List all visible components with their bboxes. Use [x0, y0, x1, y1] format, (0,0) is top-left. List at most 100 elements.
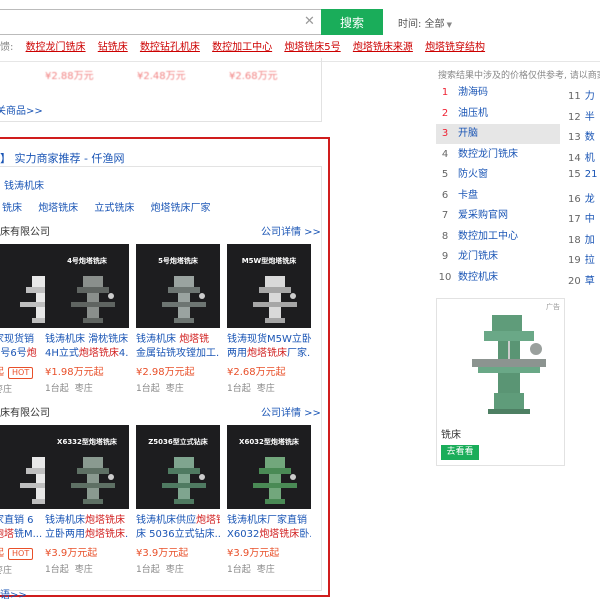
- search-input[interactable]: [0, 9, 322, 35]
- ranking-item[interactable]: 5 防火窗: [436, 165, 560, 185]
- ranking-item[interactable]: 19 拉: [568, 251, 595, 266]
- ranking-item[interactable]: 13 数: [568, 128, 595, 143]
- product-name-text: 钱涛现货M5W立卧: [227, 334, 311, 345]
- rank-number: 1: [441, 87, 449, 98]
- category-link[interactable]: 炮塔铣床厂家: [151, 203, 211, 214]
- feedback-term[interactable]: 数控加工中心: [212, 42, 272, 53]
- product-image[interactable]: Z5036型立式钻床: [136, 425, 220, 509]
- product-price-value: ¥1.98万元起: [45, 367, 104, 378]
- product-name[interactable]: 钱涛现货M5W立卧两用炮塔铣床厂家...: [227, 333, 311, 361]
- rank-label: 半: [584, 111, 595, 123]
- product-name[interactable]: 钱涛机床供应炮塔铣床 5036立式钻床...: [136, 514, 220, 542]
- product-name[interactable]: 钱涛机床厂家直销 X6032炮塔铣床卧...: [227, 514, 311, 542]
- company-detail-link[interactable]: 公司详情 >>: [261, 223, 321, 238]
- category-link[interactable]: 立式铣床: [94, 203, 134, 214]
- category-main-link[interactable]: 钱涛机床: [4, 177, 44, 192]
- rank-label: 数控加工中心: [458, 230, 518, 242]
- search-button[interactable]: 搜索: [321, 9, 383, 35]
- product-location: 枣庄: [0, 566, 13, 576]
- ranking-item[interactable]: 3 开脑: [436, 124, 560, 144]
- product-name-text: 床 5036立式钻床...: [136, 529, 220, 540]
- product-image[interactable]: 5号炮塔铣床: [136, 244, 220, 328]
- feedback-term[interactable]: 炮塔铣床5号: [284, 42, 340, 53]
- product-name-text: X6032: [227, 529, 260, 540]
- ranking-item[interactable]: 20 草: [568, 272, 595, 287]
- more-products-link[interactable]: 关商品>>: [0, 102, 43, 117]
- product-meta: 1台起 枣庄: [136, 562, 220, 575]
- merchant-section-title[interactable]: 】 实力商家推荐 - 仟渔网: [0, 150, 124, 166]
- rank-number: 20: [568, 275, 581, 287]
- feedback-term[interactable]: 炮塔铣穿结构: [425, 42, 485, 53]
- company-detail-link[interactable]: 公司详情 >>: [261, 404, 321, 419]
- ranking-item[interactable]: 11 力: [568, 87, 595, 102]
- milling-machine-icon: [253, 276, 297, 323]
- view-ad-button[interactable]: 去看看: [441, 445, 479, 460]
- ranking-item[interactable]: 10 数控机床: [436, 268, 560, 288]
- title-bracket: 】: [0, 152, 11, 165]
- product-name-text: 4...: [118, 348, 129, 359]
- feedback-term[interactable]: 钻铣床: [98, 42, 128, 53]
- product-card[interactable]: X6332型炮塔铣床钱涛机床炮塔铣床立卧两用炮塔铣床... ¥3.9万元起 1台起枣…: [45, 425, 129, 575]
- ranking-item[interactable]: 1 渤海码: [436, 83, 560, 103]
- feedback-term[interactable]: 炮塔铣床来源: [353, 42, 413, 53]
- product-name-text: 5号6号: [0, 348, 27, 359]
- product-image[interactable]: 4号炮塔铣床: [45, 244, 129, 328]
- product-card[interactable]: 4号炮塔铣床钱涛机床 滑枕铣床 4H立式炮塔铣床4... ¥1.98万元起 1台起枣庄: [45, 244, 129, 394]
- product-name-text: 铣M...: [14, 529, 43, 540]
- ranking-item[interactable]: 17 中: [568, 210, 595, 225]
- product-name-highlight: 炮塔: [0, 529, 14, 540]
- milling-machine-icon: [71, 276, 115, 323]
- product-card[interactable]: M5W型炮塔铣床钱涛现货M5W立卧两用炮塔铣床厂家...¥2.68万元起1台起枣…: [227, 244, 311, 394]
- product-card[interactable]: 5号炮塔铣床 钱涛机床 炮塔铣 金属钻铣攻镗加工... ¥2.98万元起 1台起 枣庄: [136, 244, 220, 394]
- product-image[interactable]: M5W型炮塔铣床: [227, 244, 311, 328]
- product-image[interactable]: X6332型炮塔铣床: [45, 425, 129, 509]
- product-image[interactable]: X6032型炮塔铣床: [227, 425, 311, 509]
- ranking-item[interactable]: 18 加: [568, 231, 595, 246]
- ranking-item[interactable]: 16 龙: [568, 190, 595, 205]
- rank-label: 21: [584, 169, 598, 180]
- feedback-term[interactable]: 数控龙门铣床: [26, 42, 86, 53]
- more-products-link[interactable]: 语>>: [0, 586, 27, 600]
- price-disclaimer: 搜索结果中涉及的价格仅供参考, 请以商家官: [438, 71, 600, 81]
- product-name-highlight: 炮塔铣: [179, 334, 210, 345]
- feedback-term[interactable]: 数控钻孔机床: [140, 42, 200, 53]
- product-meta: 1台起 枣庄: [45, 562, 129, 575]
- rank-label: 数: [584, 132, 595, 143]
- ranking-item[interactable]: 12 半: [568, 108, 595, 123]
- ranking-item[interactable]: 15 21: [568, 169, 597, 180]
- ranking-item[interactable]: 4 数控龙门铣床: [436, 145, 560, 165]
- product-name[interactable]: 钱涛机床炮塔铣床立卧两用炮塔铣床...: [45, 514, 129, 542]
- close-icon[interactable]: ✕: [304, 14, 315, 29]
- product-card[interactable]: Z5036型立式钻床钱涛机床供应炮塔铣床 5036立式钻床... ¥3.9万元起 1…: [136, 425, 220, 575]
- rank-label: 中: [584, 214, 595, 225]
- ranking-item[interactable]: 8 数控加工中心: [436, 227, 560, 247]
- product-card[interactable]: X6032型炮塔铣床钱涛机床厂家直销 X6032炮塔铣床卧... ¥3.9万元起 1台…: [227, 425, 311, 575]
- rank-number: 13: [568, 132, 581, 143]
- ranking-item[interactable]: 9 龙门铣床: [436, 247, 560, 267]
- ranking-item[interactable]: 7 爱采购官网: [436, 206, 560, 226]
- category-link[interactable]: 铣床: [2, 203, 22, 214]
- product-name-text: 家直销 6: [0, 515, 34, 526]
- product-model-label: X6332型炮塔铣床: [57, 438, 117, 446]
- min-order: 1台起: [136, 384, 160, 394]
- time-filter-dropdown[interactable]: 时间: 全部 ▼: [398, 15, 452, 30]
- product-price-value: ¥2.68万元起: [227, 367, 286, 378]
- milling-machine-image[interactable]: [464, 309, 554, 417]
- product-name-text: 家现货销: [0, 334, 34, 345]
- ranking-item[interactable]: 6 卡盘: [436, 186, 560, 206]
- ad-card[interactable]: 广告 铣床 去看看: [436, 298, 565, 466]
- rank-number: 18: [568, 234, 581, 246]
- product-name[interactable]: 钱涛机床 滑枕铣床 4H立式炮塔铣床4...: [45, 333, 129, 361]
- product-name-text: 厂家...: [287, 348, 311, 359]
- min-order: 1台起: [136, 565, 160, 575]
- hot-badge: HOT: [8, 367, 34, 379]
- ranking-item[interactable]: 14 机: [568, 149, 595, 164]
- ranking-item[interactable]: 2 油压机: [436, 104, 560, 124]
- rank-label: 草: [584, 275, 595, 287]
- category-link[interactable]: 炮塔铣床: [38, 203, 78, 214]
- product-price-value: ¥3.9万元起: [45, 548, 98, 559]
- product-name-text: 金属钻铣攻镗加工...: [136, 348, 220, 359]
- rank-label: 数控龙门铣床: [458, 148, 518, 160]
- min-order: 1台起: [227, 565, 251, 575]
- product-name[interactable]: 钱涛机床 炮塔铣 金属钻铣攻镗加工...: [136, 333, 220, 361]
